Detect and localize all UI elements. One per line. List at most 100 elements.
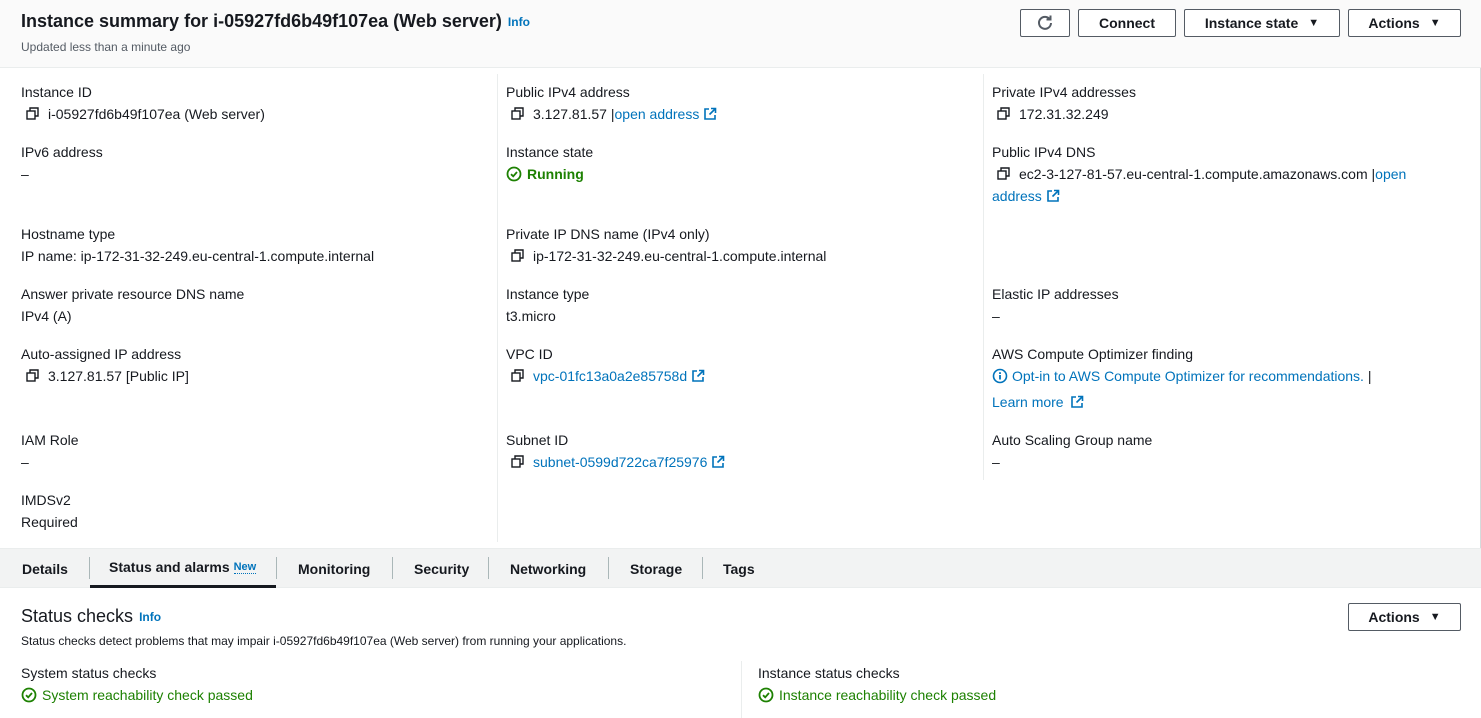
vpc-id-field: VPC ID vpc-01fc13a0a2e85758d — [506, 345, 705, 385]
new-badge: New — [233, 560, 257, 574]
copy-icon[interactable] — [511, 455, 525, 469]
info-link[interactable]: Info — [508, 15, 530, 29]
learn-more-link[interactable]: Learn more — [992, 393, 1064, 411]
tab-networking[interactable]: Networking — [510, 549, 586, 588]
open-address-link-continued[interactable]: address — [992, 187, 1042, 205]
refresh-icon — [1038, 15, 1052, 30]
subnet-id-label: Subnet ID — [506, 432, 569, 448]
check-circle-icon — [506, 166, 522, 182]
tab-label: Details — [22, 560, 68, 577]
tab-security[interactable]: Security — [414, 549, 469, 588]
auto-ip-value: 3.127.81.57 [Public IP] — [48, 368, 189, 384]
instance-id-value: i-05927fd6b49f107ea (Web server) — [48, 106, 265, 122]
actions-dropdown-label: Actions — [1368, 609, 1420, 625]
external-link-icon[interactable] — [711, 455, 725, 469]
info-link[interactable]: Info — [139, 610, 161, 624]
tab-label: Networking — [510, 560, 587, 577]
tab-details[interactable]: Details — [22, 549, 68, 588]
private-ipv4-value: 172.31.32.249 — [1019, 106, 1109, 122]
check-circle-icon — [758, 687, 774, 703]
imdsv2-value: Required — [21, 514, 78, 530]
copy-icon[interactable] — [997, 167, 1011, 181]
info-circle-icon — [992, 368, 1008, 384]
private-dns-field: Private IP DNS name (IPv4 only) ip-172-3… — [506, 225, 826, 265]
asg-name-value: – — [992, 454, 1000, 470]
imdsv2-label: IMDSv2 — [21, 492, 71, 508]
actions-dropdown-label: Actions — [1368, 15, 1420, 31]
imdsv2-field: IMDSv2 Required — [21, 491, 78, 531]
connect-button[interactable]: Connect — [1078, 9, 1176, 37]
tab-storage[interactable]: Storage — [630, 549, 682, 588]
iam-role-label: IAM Role — [21, 432, 79, 448]
tab-divider — [608, 557, 609, 579]
column-divider — [497, 74, 498, 542]
instance-type-label: Instance type — [506, 286, 590, 302]
optimizer-field: AWS Compute Optimizer finding Opt-in to … — [992, 345, 1371, 411]
tab-label: Security — [414, 560, 470, 577]
tab-status-and-alarms[interactable]: Status and alarms New — [90, 549, 276, 588]
connect-button-label: Connect — [1099, 15, 1155, 31]
open-address-link[interactable]: open — [1375, 165, 1406, 183]
instance-id-label: Instance ID — [21, 84, 92, 100]
actions-dropdown[interactable]: Actions ▼ — [1348, 9, 1461, 37]
asg-name-field: Auto Scaling Group name – — [992, 431, 1152, 471]
instance-status-label: Instance status checks — [758, 665, 900, 681]
detail-tabs: Details Status and alarms New Monitoring … — [0, 548, 1481, 588]
status-checks-actions-dropdown[interactable]: Actions ▼ — [1348, 603, 1461, 631]
vpc-id-link[interactable]: vpc-01fc13a0a2e85758d — [533, 367, 687, 385]
instance-state-dropdown-label: Instance state — [1204, 15, 1299, 31]
caret-down-icon: ▼ — [1429, 17, 1441, 29]
external-link-icon[interactable] — [1070, 395, 1084, 409]
open-address-link[interactable]: open address — [615, 105, 700, 123]
elastic-ip-label: Elastic IP addresses — [992, 286, 1119, 302]
ipv6-value: – — [21, 166, 29, 182]
copy-icon[interactable] — [511, 369, 525, 383]
answer-dns-field: Answer private resource DNS name IPv4 (A… — [21, 285, 244, 325]
copy-icon[interactable] — [511, 107, 525, 121]
private-dns-label: Private IP DNS name (IPv4 only) — [506, 226, 710, 242]
tab-label: Monitoring — [298, 560, 371, 577]
tab-divider — [702, 557, 703, 579]
page-title-text: Instance summary for i-05927fd6b49f107ea… — [21, 11, 502, 31]
system-status-label: System status checks — [21, 665, 157, 681]
optimizer-opt-in-link[interactable]: Opt-in to AWS Compute Optimizer for reco… — [1012, 367, 1364, 385]
public-ipv4-field: Public IPv4 address 3.127.81.57 | open ad… — [506, 83, 717, 123]
tab-divider — [276, 557, 277, 579]
public-dns-value: ec2-3-127-81-57.eu-central-1.compute.ama… — [1019, 166, 1368, 182]
copy-icon[interactable] — [26, 369, 40, 383]
last-updated-text: Updated less than a minute ago — [21, 40, 191, 54]
instance-state-field: Instance state Running — [506, 143, 593, 183]
answer-dns-value: IPv4 (A) — [21, 308, 72, 324]
iam-role-value: – — [21, 454, 29, 470]
external-link-icon[interactable] — [703, 107, 717, 121]
ipv6-field: IPv6 address – — [21, 143, 103, 183]
copy-icon[interactable] — [997, 107, 1011, 121]
external-link-icon[interactable] — [691, 369, 705, 383]
instance-type-value: t3.micro — [506, 308, 556, 324]
tab-divider — [392, 557, 393, 579]
tab-label: Tags — [723, 560, 755, 577]
answer-dns-label: Answer private resource DNS name — [21, 286, 245, 302]
instance-summary-header: Instance summary for i-05927fd6b49f107ea… — [0, 0, 1481, 68]
public-dns-label: Public IPv4 DNS — [992, 144, 1096, 160]
instance-state-dropdown[interactable]: Instance state ▼ — [1184, 9, 1340, 37]
caret-down-icon: ▼ — [1308, 17, 1320, 29]
status-checks-title-text: Status checks — [21, 606, 134, 626]
tab-label: Status and alarms — [109, 559, 230, 575]
hostname-type-label: Hostname type — [21, 226, 116, 242]
column-divider — [741, 661, 742, 718]
system-status-field: System status checks System reachability… — [21, 664, 253, 704]
hostname-type-value: IP name: ip-172-31-32-249.eu-central-1.c… — [21, 248, 375, 264]
tab-tags[interactable]: Tags — [723, 549, 755, 588]
external-link-icon[interactable] — [1046, 189, 1060, 203]
refresh-button[interactable] — [1020, 9, 1070, 37]
subnet-id-field: Subnet ID subnet-0599d722ca7f25976 — [506, 431, 725, 471]
copy-icon[interactable] — [26, 107, 40, 121]
tab-monitoring[interactable]: Monitoring — [298, 549, 370, 588]
hostname-type-field: Hostname type IP name: ip-172-31-32-249.… — [21, 225, 374, 265]
status-checks-title: Status checks Info — [21, 606, 161, 627]
subnet-id-link[interactable]: subnet-0599d722ca7f25976 — [533, 453, 707, 471]
copy-icon[interactable] — [511, 249, 525, 263]
iam-role-field: IAM Role – — [21, 431, 79, 471]
instance-status-field: Instance status checks Instance reachabi… — [758, 664, 996, 704]
